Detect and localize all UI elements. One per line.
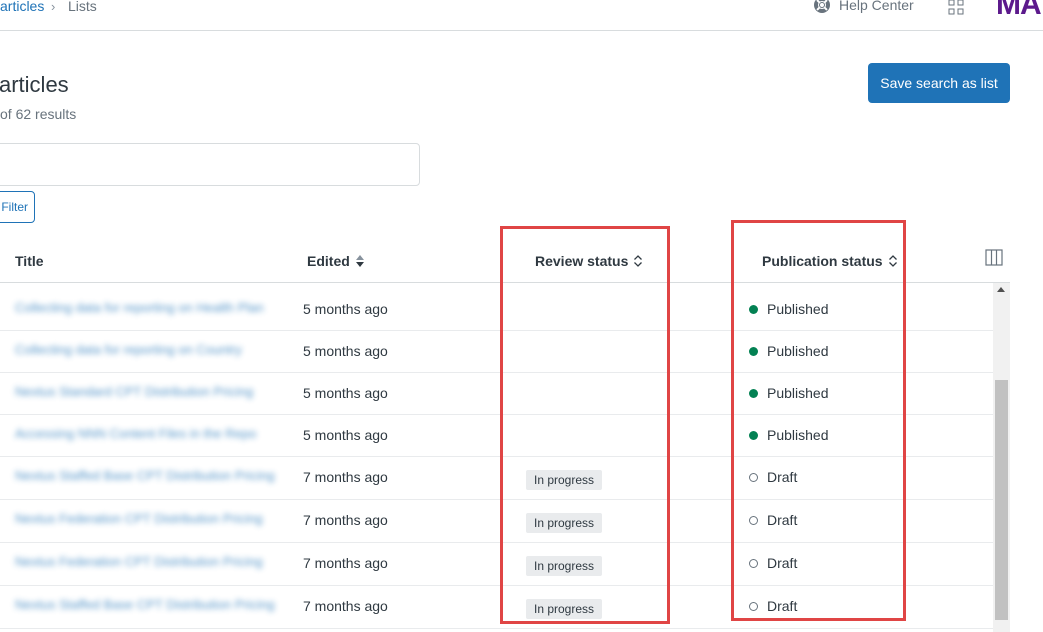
article-title-link[interactable]: Nextus Federation CPT Distribution Prici… [15,511,277,529]
column-edited-label: Edited [307,253,350,269]
edited-cell: 5 months ago [303,385,388,401]
draft-dot-icon [749,472,758,482]
edited-cell: 7 months ago [303,598,388,614]
column-review-label: Review status [535,253,629,269]
publication-status: Published [749,343,829,359]
table-row[interactable]: Nextus Standard CPT Distribution Pricing… [0,373,993,415]
page-title: articles [0,72,69,97]
article-title-link[interactable]: Collecting data for reporting on Health … [15,300,277,318]
table-row[interactable]: Nextus Federation CPT Distribution Prici… [0,500,993,543]
table-body: Collecting data for reporting on Health … [0,289,993,629]
column-header-edited[interactable]: Edited [307,253,365,269]
breadcrumb-articles-link[interactable]: articles [0,0,44,14]
publication-status: Draft [749,512,797,528]
apps-grid-icon[interactable] [948,0,964,15]
publication-label: Published [767,385,829,401]
draft-dot-icon [749,601,758,611]
publication-label: Draft [767,512,798,528]
article-title-link[interactable]: Collecting data for reporting on Country [15,342,277,360]
article-title-link[interactable]: Nextus Federation CPT Distribution Prici… [15,554,277,572]
published-dot-icon [749,346,758,356]
table-row[interactable]: Collecting data for reporting on Health … [0,289,993,331]
publication-label: Draft [767,598,798,614]
column-title-label: Title [15,253,44,269]
columns-icon[interactable] [985,249,1003,266]
breadcrumb-current: Lists [68,0,97,14]
publication-label: Published [767,301,829,317]
edited-cell: 7 months ago [303,512,388,528]
article-title-link[interactable]: Accessing NNN Content Files in the Repo [15,426,277,444]
table-row[interactable]: Nextus Federation CPT Distribution Prici… [0,543,993,586]
draft-dot-icon [749,515,758,525]
edited-cell: 7 months ago [303,469,388,485]
article-title-link[interactable]: Nextus Standard CPT Distribution Pricing [15,384,277,402]
column-publication-label: Publication status [762,253,883,269]
column-header-review-status[interactable]: Review status [535,253,643,269]
published-dot-icon [749,430,758,440]
publication-status: Published [749,385,829,401]
results-count: of 62 results [0,106,77,122]
publication-label: Draft [767,469,798,485]
scrollbar-thumb[interactable] [995,380,1008,620]
publication-label: Published [767,427,829,443]
table-row[interactable]: Accessing NNN Content Files in the Repo … [0,415,993,457]
filter-button[interactable]: Filter [0,191,35,223]
publication-label: Draft [767,555,798,571]
edited-cell: 5 months ago [303,343,388,359]
edited-cell: 7 months ago [303,555,388,571]
help-center-label: Help Center [839,0,914,13]
sort-desc-icon [355,255,364,267]
brand-logo[interactable]: MA [996,0,1042,22]
edited-cell: 5 months ago [303,427,388,443]
publication-status: Draft [749,469,797,485]
published-dot-icon [749,388,758,398]
save-search-as-list-button[interactable]: Save search as list [868,63,1010,103]
article-title-link[interactable]: Nextus Staffed Base CPT Distribution Pri… [15,468,277,486]
published-dot-icon [749,304,758,314]
review-status-badge: In progress [526,599,603,619]
table-header: Title Edited Review status Publication s… [0,240,1010,283]
review-status-badge: In progress [526,556,603,576]
help-center-link[interactable]: Help Center [813,0,914,14]
lifebuoy-icon [814,0,830,13]
search-input[interactable] [0,143,420,186]
review-status-badge: In progress [526,470,603,490]
column-header-title[interactable]: Title [15,253,44,269]
scroll-up-arrow-icon[interactable] [997,287,1005,292]
column-header-publication-status[interactable]: Publication status [762,253,898,269]
sort-icon [634,255,643,267]
edited-cell: 5 months ago [303,301,388,317]
vertical-scrollbar[interactable] [993,283,1010,632]
top-bar: articles › Lists Help Center MA [0,0,1043,31]
publication-status: Draft [749,555,797,571]
table-row[interactable]: Nextus Staffed Base CPT Distribution Pri… [0,457,993,500]
chevron-right-icon: › [51,0,56,14]
table-row[interactable]: Nextus Staffed Base CPT Distribution Pri… [0,586,993,629]
sort-icon [888,255,897,267]
publication-status: Published [749,427,829,443]
publication-status: Published [749,301,829,317]
publication-label: Published [767,343,829,359]
table-row[interactable]: Collecting data for reporting on Country… [0,331,993,373]
article-title-link[interactable]: Nextus Staffed Base CPT Distribution Pri… [15,597,277,615]
review-status-badge: In progress [526,513,603,533]
draft-dot-icon [749,558,758,568]
publication-status: Draft [749,598,797,614]
